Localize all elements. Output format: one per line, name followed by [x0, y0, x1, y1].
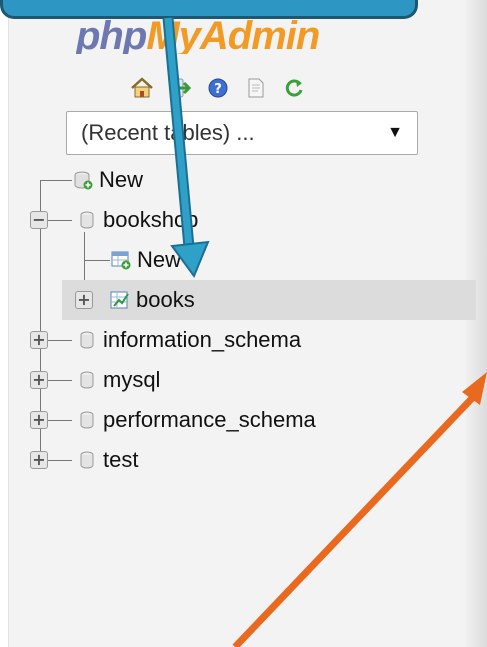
database-icon: [76, 209, 98, 231]
tree-item-new-database[interactable]: New: [72, 160, 143, 200]
database-label[interactable]: bookshop: [103, 200, 198, 240]
expand-icon[interactable]: +: [75, 291, 93, 309]
database-icon: [76, 329, 98, 351]
logout-icon[interactable]: [168, 76, 192, 100]
table-label[interactable]: books: [136, 280, 195, 320]
tree-item-information-schema[interactable]: + information_schema: [30, 320, 301, 360]
expand-icon[interactable]: +: [30, 331, 48, 349]
tree-item-mysql[interactable]: + mysql: [30, 360, 160, 400]
new-table-icon: [110, 249, 132, 271]
new-database-icon: [72, 169, 94, 191]
tree-connector: [40, 180, 72, 181]
recent-tables-value: (Recent tables) ...: [81, 120, 255, 145]
reload-icon[interactable]: [282, 76, 306, 100]
docs-icon[interactable]: [244, 76, 268, 100]
new-database-label[interactable]: New: [99, 160, 143, 200]
help-icon[interactable]: ?: [206, 76, 230, 100]
database-label[interactable]: information_schema: [103, 320, 301, 360]
expand-icon[interactable]: +: [30, 371, 48, 389]
recent-tables-select[interactable]: (Recent tables) ... ▼: [66, 111, 418, 155]
tree-item-performance-schema[interactable]: + performance_schema: [30, 400, 316, 440]
collapse-icon[interactable]: −: [30, 211, 48, 229]
table-structure-icon: [109, 289, 131, 311]
expand-icon[interactable]: +: [30, 451, 48, 469]
home-icon[interactable]: [130, 76, 154, 100]
expand-icon[interactable]: +: [30, 411, 48, 429]
database-icon: [76, 369, 98, 391]
phpmyadmin-logo[interactable]: phpMyAdmin: [76, 14, 416, 54]
logo-php-text: php: [76, 14, 147, 54]
database-tree: New − bookshop New + books + information…: [26, 160, 476, 480]
annotation-callout-box: [0, 0, 418, 19]
database-label[interactable]: test: [103, 440, 138, 480]
chevron-down-icon: ▼: [387, 124, 403, 141]
svg-text:?: ?: [214, 82, 222, 97]
tree-connector: [84, 260, 110, 261]
tree-item-test[interactable]: + test: [30, 440, 138, 480]
new-table-label[interactable]: New: [137, 240, 181, 280]
logo-myadmin-text: MyAdmin: [146, 14, 320, 54]
database-label[interactable]: mysql: [103, 360, 160, 400]
database-icon: [76, 449, 98, 471]
tree-item-books[interactable]: + books: [62, 280, 476, 320]
navigation-toolbar: ?: [130, 76, 306, 100]
tree-item-bookshop[interactable]: − bookshop: [30, 200, 198, 240]
tree-item-new-table[interactable]: New: [110, 240, 181, 280]
database-icon: [76, 409, 98, 431]
database-label[interactable]: performance_schema: [103, 400, 316, 440]
